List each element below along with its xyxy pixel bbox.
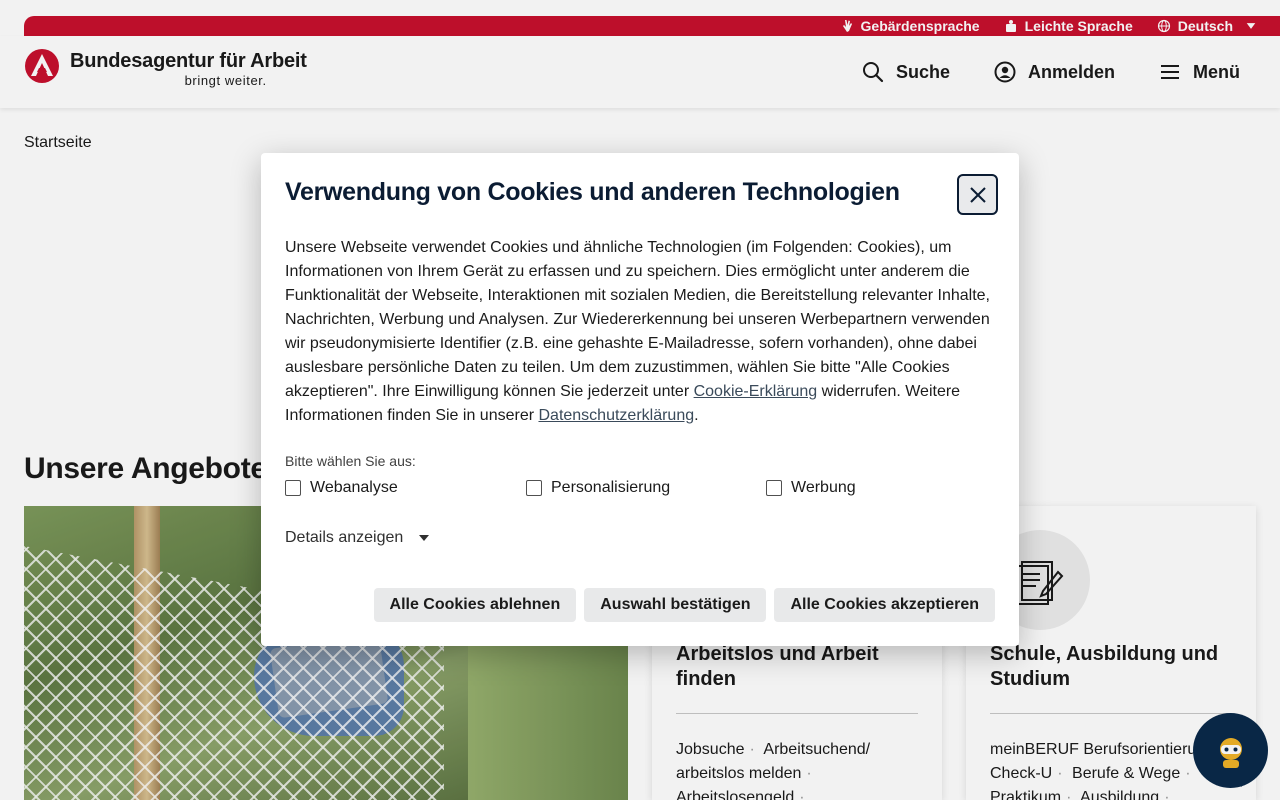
accept-all-button[interactable]: Alle Cookies akzeptieren [774, 588, 995, 622]
cookie-policy-link[interactable]: Cookie-Erklärung [694, 383, 818, 400]
werbung-checkbox[interactable] [766, 480, 782, 496]
privacy-policy-link[interactable]: Datenschutzerklärung [538, 407, 694, 424]
cookie-consent-dialog: Verwendung von Cookies und anderen Techn… [261, 153, 1019, 646]
personalisierung-checkbox[interactable] [526, 480, 542, 496]
option-personalisierung[interactable]: Personalisierung [526, 479, 670, 497]
option-webanalyse[interactable]: Webanalyse [285, 479, 398, 497]
dialog-buttons: Alle Cookies ablehnen Auswahl bestätigen… [373, 588, 995, 622]
webanalyse-checkbox[interactable] [285, 480, 301, 496]
option-label: Werbung [791, 479, 856, 496]
cookie-options: Webanalyse Personalisierung Werbung [285, 479, 997, 501]
details-label: Details anzeigen [285, 529, 404, 546]
dialog-body-text: Unsere Webseite verwendet Cookies und äh… [285, 236, 997, 428]
option-label: Personalisierung [551, 479, 671, 496]
dialog-text-part: Unsere Webseite verwendet Cookies und äh… [285, 239, 990, 400]
dialog-title: Verwendung von Cookies und anderen Techn… [285, 178, 900, 206]
close-button[interactable] [957, 174, 998, 215]
close-icon [969, 186, 986, 203]
confirm-selection-button[interactable]: Auswahl bestätigen [584, 588, 767, 622]
dialog-text-part: . [694, 407, 699, 424]
details-toggle[interactable]: Details anzeigen [285, 529, 430, 547]
reject-all-button[interactable]: Alle Cookies ablehnen [373, 588, 577, 622]
option-label: Webanalyse [310, 479, 398, 496]
choose-label: Bitte wählen Sie aus: [285, 453, 416, 469]
caret-down-icon [419, 535, 430, 541]
option-werbung[interactable]: Werbung [766, 479, 856, 497]
